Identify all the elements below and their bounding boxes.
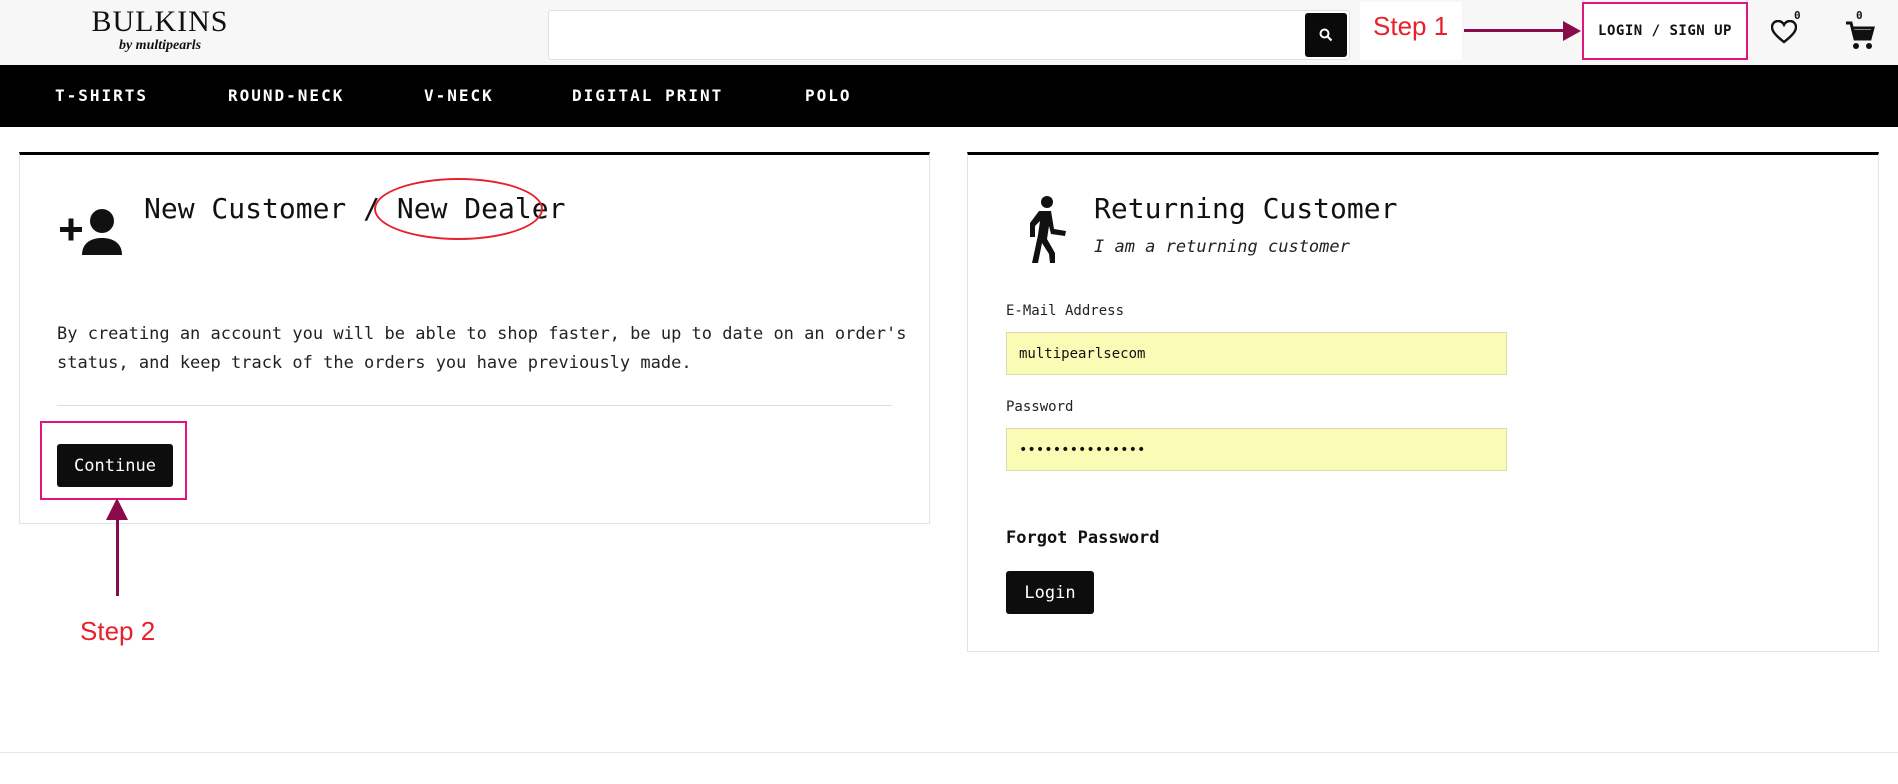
search-icon bbox=[1319, 28, 1333, 42]
password-label: Password bbox=[1006, 399, 1074, 415]
top-header: BULKINS by multipearls Step 1 LOGIN / SI… bbox=[0, 0, 1898, 65]
cart-icon[interactable] bbox=[1845, 20, 1875, 52]
new-dealer-highlight-ellipse bbox=[374, 178, 543, 240]
email-field[interactable]: multipearlsecom bbox=[1006, 332, 1507, 375]
nav-item-polo[interactable]: POLO bbox=[805, 65, 852, 127]
step2-label: Step 2 bbox=[80, 616, 156, 646]
step2-arrow-shaft bbox=[116, 518, 119, 596]
nav-item-digital-print[interactable]: DIGITAL PRINT bbox=[572, 65, 723, 127]
returning-customer-panel: Returning Customer I am a returning cust… bbox=[967, 152, 1879, 652]
new-customer-title-part1: New Customer / bbox=[144, 192, 397, 225]
new-customer-description: By creating an account you will be able … bbox=[57, 324, 907, 373]
heart-icon[interactable] bbox=[1771, 20, 1797, 44]
nav-item-v-neck[interactable]: V-NECK bbox=[424, 65, 494, 127]
logo-tagline: by multipearls bbox=[118, 38, 202, 53]
cart-count: 0 bbox=[1856, 9, 1863, 22]
walking-person-icon bbox=[1030, 196, 1066, 263]
forgot-password-link[interactable]: Forgot Password bbox=[1006, 528, 1160, 548]
email-label: E-Mail Address bbox=[1006, 303, 1125, 319]
login-signup-button[interactable]: LOGIN / SIGN UP bbox=[1582, 2, 1748, 60]
nav-item-round-neck[interactable]: ROUND-NECK bbox=[228, 65, 344, 127]
step1-arrow-head-icon bbox=[1563, 21, 1581, 41]
search-button[interactable] bbox=[1305, 13, 1347, 57]
search-input[interactable] bbox=[557, 17, 1291, 53]
site-logo[interactable]: BULKINS by multipearls bbox=[80, 6, 240, 54]
search-bar bbox=[548, 10, 1350, 60]
logo-text: BULKINS bbox=[91, 5, 229, 38]
continue-highlight-box bbox=[40, 421, 187, 500]
main-nav: T-SHIRTS ROUND-NECK V-NECK DIGITAL PRINT… bbox=[0, 65, 1898, 127]
footer-divider bbox=[0, 752, 1898, 753]
returning-customer-title: Returning Customer bbox=[1094, 192, 1398, 225]
step1-label: Step 1 bbox=[1373, 11, 1449, 41]
panel-divider bbox=[57, 405, 892, 406]
wishlist-count: 0 bbox=[1794, 9, 1801, 22]
returning-customer-subtitle: I am a returning customer bbox=[1094, 237, 1350, 257]
add-user-icon bbox=[60, 209, 122, 255]
step1-arrow-shaft bbox=[1464, 29, 1568, 32]
login-button[interactable]: Login bbox=[1006, 571, 1094, 614]
password-field[interactable]: ••••••••••••••• bbox=[1006, 428, 1507, 471]
nav-item-tshirts[interactable]: T-SHIRTS bbox=[55, 65, 148, 127]
